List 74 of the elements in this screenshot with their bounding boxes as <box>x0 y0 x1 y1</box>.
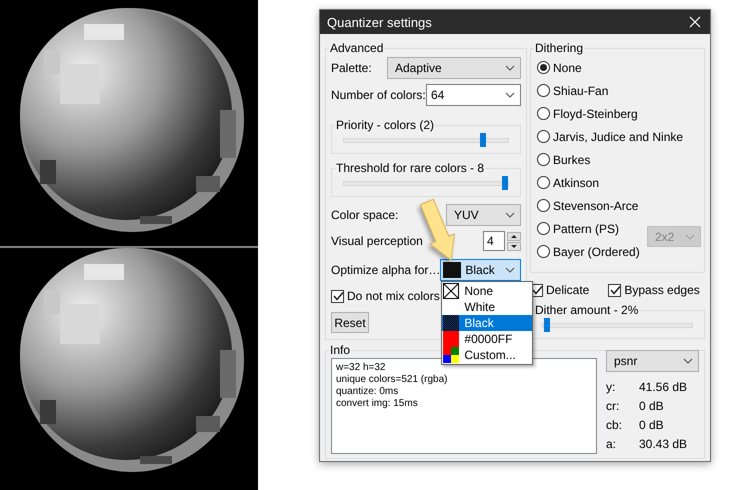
list-option[interactable]: None <box>442 283 532 299</box>
checkbox-label: Do not mix colors <box>347 289 440 303</box>
group-title: Dithering <box>535 41 584 55</box>
radio-label: None <box>553 60 582 74</box>
dropdown[interactable]: Adaptive <box>387 57 521 79</box>
slider-thumb[interactable] <box>480 133 486 147</box>
caret-icon <box>505 267 515 273</box>
caret-icon <box>683 358 693 364</box>
checkbox-label: Bypass edges <box>624 283 700 297</box>
radio-label: Shiau-Fan <box>553 84 608 98</box>
radio-label: Burkes <box>553 152 590 166</box>
checkbox[interactable] <box>331 290 344 302</box>
radio-button[interactable] <box>537 245 550 258</box>
radio-button[interactable] <box>537 153 550 166</box>
info-line: unique colors=521 (rgba) <box>336 374 448 386</box>
stat-label: y: <box>606 380 616 394</box>
radio-button[interactable] <box>537 130 550 143</box>
stat-label: cb: <box>606 418 624 432</box>
field-label: Optimize alpha for… <box>331 263 440 277</box>
checkbox[interactable] <box>608 284 622 296</box>
color-grid-icon <box>443 347 460 363</box>
slider-label: Dither amount - 2% <box>535 303 638 317</box>
stat-value: 30.43 dB <box>639 437 688 451</box>
info-line: convert img: 15ms <box>336 398 419 410</box>
field-label: Color space: <box>331 208 398 222</box>
field-label: Visual perception <box>331 234 423 248</box>
radio-button[interactable] <box>537 222 550 235</box>
caret-icon <box>505 65 515 71</box>
radio-button[interactable] <box>537 61 550 74</box>
radio-label: Stevenson-Arce <box>553 198 638 212</box>
close-icon[interactable] <box>689 16 701 28</box>
group-title: Advanced <box>330 41 384 55</box>
caret-icon <box>505 212 515 218</box>
stat-value: 0 dB <box>639 418 665 432</box>
radio-label: Atkinson <box>553 176 600 190</box>
radio-button[interactable] <box>537 84 550 97</box>
dropdown[interactable]: 64 <box>426 84 521 106</box>
checkbox-label: Delicate <box>546 283 590 297</box>
stat-value: 0 dB <box>639 399 665 413</box>
stat-value: 41.56 dB <box>639 380 688 394</box>
spin-down-icon[interactable] <box>507 242 521 250</box>
spin-up-icon[interactable] <box>507 232 521 240</box>
slider-label: Priority - colors (2) <box>336 118 434 132</box>
list-option[interactable]: #0000FF <box>442 331 532 347</box>
radio-button[interactable] <box>537 199 550 212</box>
info-line: quantize: 0ms <box>336 386 400 398</box>
info-line: w=32 h=32 <box>336 362 386 374</box>
reset-button[interactable]: Reset <box>331 312 369 333</box>
stat-label: a: <box>606 437 618 451</box>
radio-label: Bayer (Ordered) <box>553 244 640 258</box>
swatch-icon <box>443 262 462 278</box>
slider-label: Threshold for rare colors - 8 <box>336 161 484 175</box>
list-option[interactable]: White <box>442 299 532 315</box>
radio-label: Floyd-Steinberg <box>553 106 638 120</box>
swatch-icon <box>443 331 460 347</box>
swatch-icon <box>443 315 460 331</box>
dropdown[interactable]: YUV <box>446 204 521 226</box>
radio-button[interactable] <box>537 107 550 120</box>
field-label: Palette: <box>331 61 372 75</box>
group-title: Info <box>330 343 350 357</box>
window-title: Quantizer settings <box>327 14 432 30</box>
dropdown[interactable]: psnr <box>606 350 699 372</box>
radio-button[interactable] <box>537 176 550 189</box>
list-option[interactable]: Custom... <box>442 347 532 363</box>
slider-thumb[interactable] <box>544 318 550 332</box>
stat-label: cr: <box>606 399 620 413</box>
list-option[interactable]: Black <box>442 315 532 331</box>
field-label: Number of colors: <box>331 88 426 102</box>
caret-icon <box>505 92 515 98</box>
slider-thumb[interactable] <box>502 176 508 190</box>
caret-icon <box>685 234 695 240</box>
radio-label: Pattern (PS) <box>553 222 620 236</box>
radio-label: Jarvis, Judice and Ninke <box>553 130 684 144</box>
number-field[interactable]: 4 <box>483 231 505 251</box>
